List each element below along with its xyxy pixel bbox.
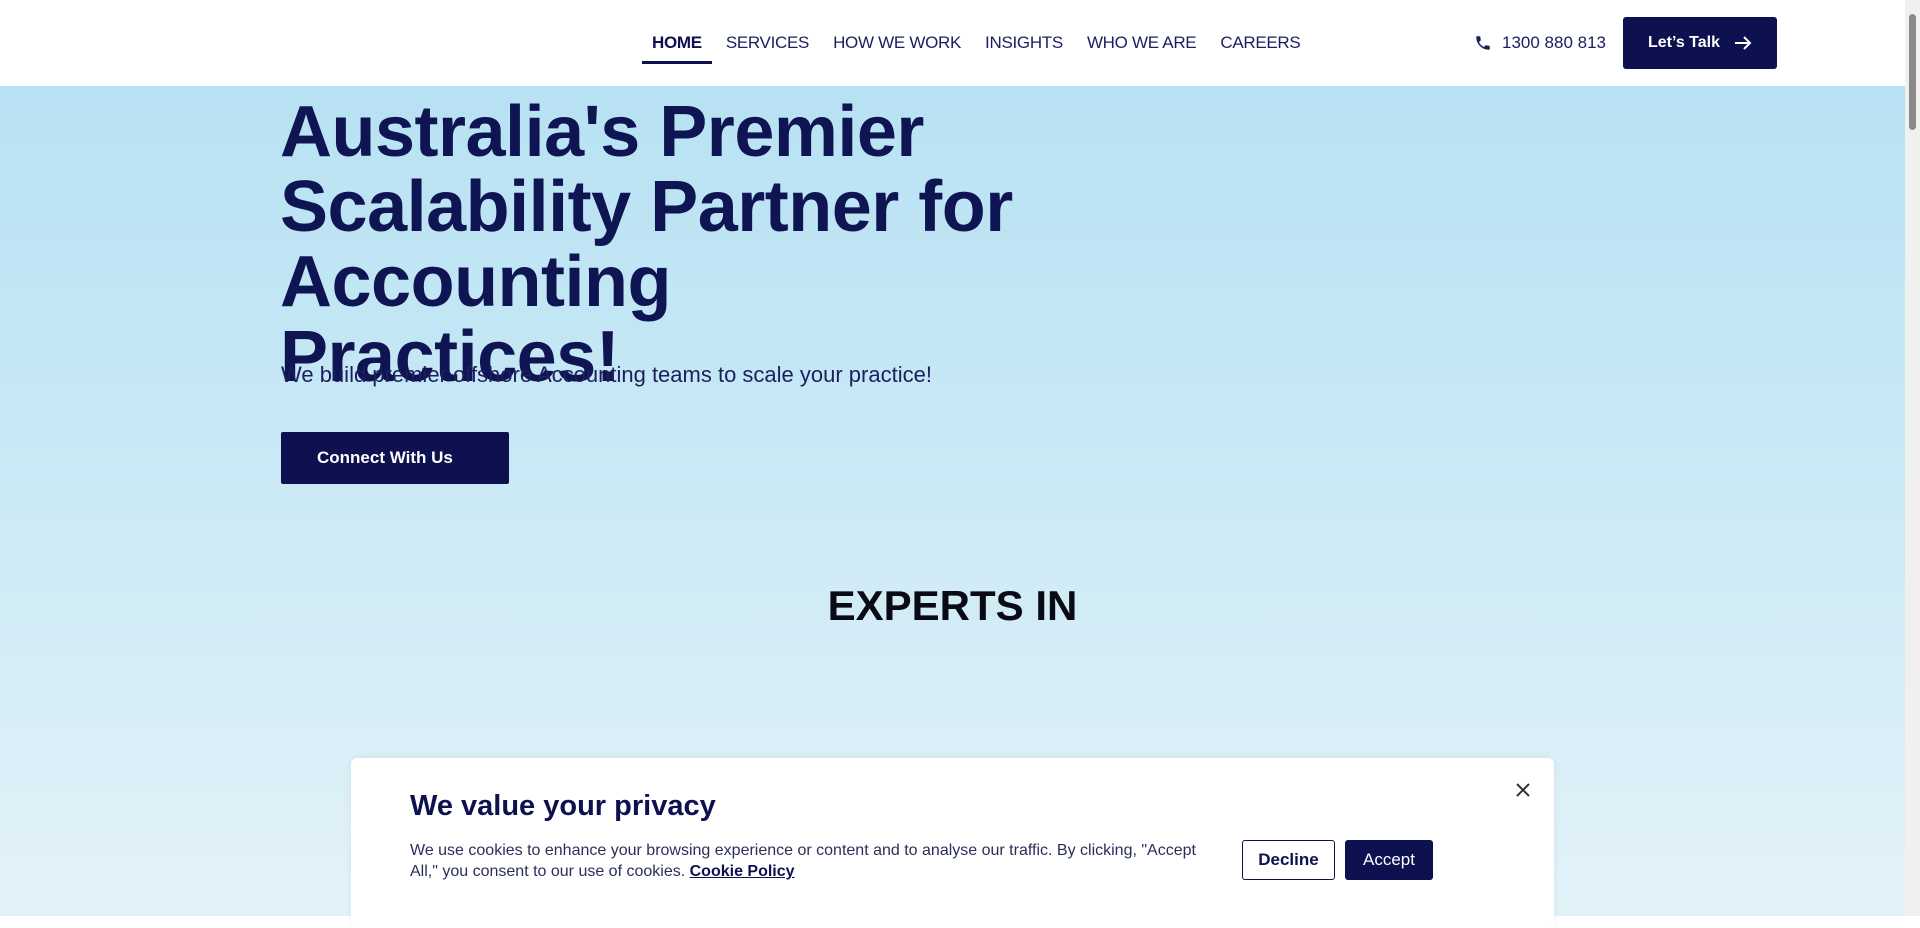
cookie-policy-link[interactable]: Cookie Policy (690, 863, 795, 880)
nav-how-we-work[interactable]: HOW WE WORK (833, 0, 961, 86)
accept-button[interactable]: Accept (1345, 840, 1433, 880)
phone-number[interactable]: 1300 880 813 (1502, 33, 1606, 53)
arrow-right-icon (1735, 36, 1752, 50)
lets-talk-button[interactable]: Let’s Talk (1623, 17, 1777, 69)
nav-who-we-are[interactable]: WHO WE ARE (1087, 0, 1197, 86)
nav-careers[interactable]: CAREERS (1220, 0, 1300, 86)
close-icon[interactable] (1513, 780, 1533, 800)
cookie-banner: We value your privacy We use cookies to … (351, 758, 1554, 928)
nav-home[interactable]: HOME (642, 0, 712, 86)
cookie-description: We use cookies to enhance your browsing … (410, 842, 1196, 880)
page: HOME SERVICES HOW WE WORK INSIGHTS WHO W… (0, 0, 1905, 928)
site-header: HOME SERVICES HOW WE WORK INSIGHTS WHO W… (0, 0, 1905, 86)
phone-link[interactable]: 1300 880 813 (1474, 0, 1606, 86)
scrollbar-thumb[interactable] (1909, 14, 1916, 130)
experts-heading: EXPERTS IN (827, 582, 1078, 629)
cookie-title: We value your privacy (410, 790, 716, 822)
nav-insights[interactable]: INSIGHTS (985, 0, 1063, 86)
page-scrollbar[interactable] (1905, 0, 1920, 916)
decline-button[interactable]: Decline (1242, 840, 1335, 880)
phone-icon (1476, 36, 1490, 50)
hero-title: Australia's Premier Scalability Partner … (280, 95, 1020, 395)
lets-talk-label: Let’s Talk (1647, 34, 1721, 51)
hero-title-line-1: Australia's Premier (280, 92, 924, 172)
connect-with-us-button[interactable]: Connect With Us (281, 432, 509, 484)
cookie-text-block: We use cookies to enhance your browsing … (410, 840, 1200, 882)
main-nav: HOME SERVICES HOW WE WORK INSIGHTS WHO W… (642, 0, 1324, 86)
hero-subtitle: We build premier offshore Accounting tea… (281, 362, 932, 387)
nav-services[interactable]: SERVICES (726, 0, 810, 86)
hero-title-line-2: Scalability Partner for (280, 167, 1013, 247)
